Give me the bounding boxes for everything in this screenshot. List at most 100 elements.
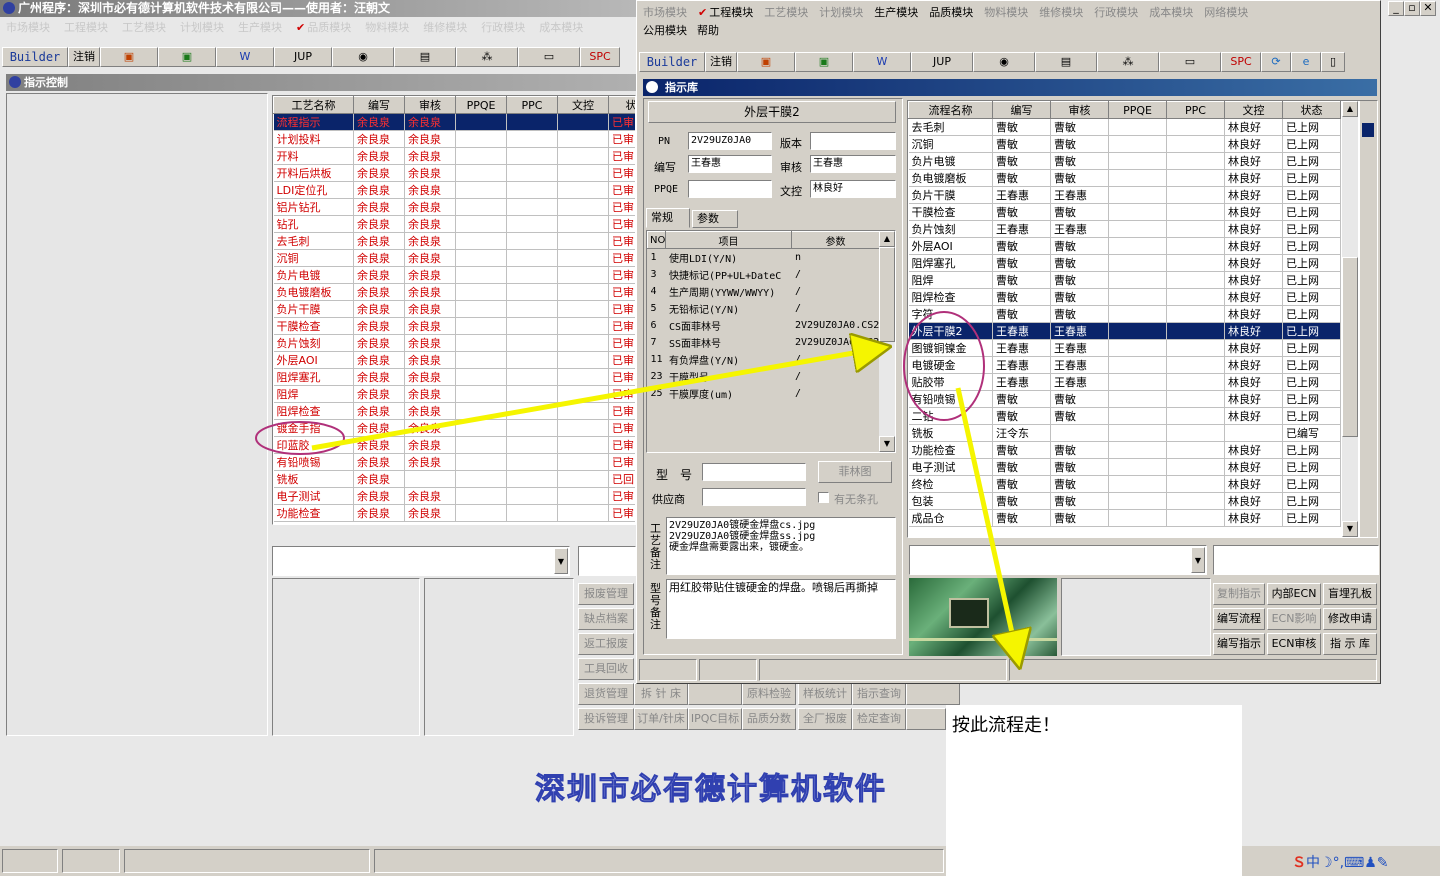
computer-icon[interactable]: ▭	[518, 47, 580, 67]
punct-icon[interactable]: °,	[1333, 855, 1344, 871]
jup-button[interactable]: JUP	[274, 47, 332, 67]
left-table-row[interactable]: 干膜检查 余良泉 余良泉 已审	[273, 317, 635, 335]
film-button[interactable]: 菲林图	[818, 461, 892, 483]
library-row[interactable]: 包装 曹敏 曹敏 林良好 已上网	[908, 492, 1341, 510]
left-col-header[interactable]: 状	[608, 96, 635, 114]
close-icon[interactable]: ✕	[1420, 1, 1436, 16]
dlg-logout-button[interactable]: 注销	[705, 52, 737, 72]
user-icon[interactable]: ♟	[1364, 855, 1377, 871]
dlg-spc-button[interactable]: SPC	[1221, 52, 1261, 72]
library-row[interactable]: 贴胶带 王春惠 王春惠 林良好 已上网	[908, 373, 1341, 391]
left-side-button[interactable]: 投诉管理	[578, 708, 634, 730]
dialog-menu-item[interactable]: 市场模块	[643, 5, 687, 21]
eye-icon[interactable]: ◉	[332, 47, 394, 67]
dialog-menu-item[interactable]: 维修模块	[1039, 5, 1083, 21]
param-row[interactable]: 7 SS面菲林号 2V29UZ0JA0.SS2	[647, 333, 880, 351]
lib-combo-arrow-icon[interactable]: ▼	[1191, 547, 1205, 573]
left-col-header[interactable]: PPC	[506, 96, 558, 114]
library-row[interactable]: 外层干膜2 王春惠 王春惠 林良好 已上网	[908, 322, 1341, 340]
library-action-button[interactable]: 复制指示	[1213, 583, 1265, 605]
left-table-row[interactable]: 镀金手指 余良泉 余良泉 已审	[273, 419, 635, 437]
left-table-row[interactable]: 铝片钻孔 余良泉 余良泉 已审	[273, 198, 635, 216]
tab-general[interactable]: 常规	[646, 208, 690, 228]
dlg-refresh-icon[interactable]: ⟳	[1261, 52, 1291, 72]
left-tree-pane[interactable]	[6, 93, 268, 736]
left-side-button[interactable]: 返工报废	[578, 633, 634, 655]
left-side-button[interactable]: 退货管理	[578, 683, 634, 705]
dialog-menu-item[interactable]: 网络模块	[1204, 5, 1248, 21]
library-action-button[interactable]: ECN影响	[1267, 608, 1321, 630]
library-row[interactable]: 干膜检查 曹敏 曹敏 林良好 已上网	[908, 203, 1341, 221]
scroll-down-icon[interactable]: ▼	[879, 436, 895, 452]
library-action-button[interactable]: ECN审核	[1267, 633, 1321, 655]
library-col-header[interactable]: 编写	[992, 101, 1051, 119]
param-col-header[interactable]: NO	[647, 231, 666, 249]
dlg-eye-icon[interactable]: ◉	[973, 52, 1035, 72]
keyboard-icon[interactable]: ⌨	[1344, 855, 1364, 871]
left-side-button[interactable]: 报废管理	[578, 583, 634, 605]
main-menu-item[interactable]: 市场模块	[6, 19, 50, 37]
left-table-row[interactable]: 负片蚀刻 余良泉 余良泉 已审	[273, 334, 635, 352]
library-col-header[interactable]: 状态	[1282, 101, 1341, 119]
bottom-button-row1[interactable]: 拆 针 床	[634, 683, 688, 705]
library-row[interactable]: 字符 曹敏 曹敏 林良好 已上网	[908, 305, 1341, 323]
library-col-header[interactable]: 流程名称	[908, 101, 993, 119]
main-menu-item[interactable]: 工艺模块	[122, 19, 166, 37]
bottom-button-row2[interactable]: 订单/针床	[634, 708, 688, 730]
dialog-menu-item[interactable]: 工程模块	[709, 5, 753, 21]
library-row[interactable]: 负片电镀 曹敏 曹敏 林良好 已上网	[908, 152, 1341, 170]
library-row[interactable]: 外层AOI 曹敏 曹敏 林良好 已上网	[908, 237, 1341, 255]
reviewer-field[interactable]: 王春惠	[810, 155, 896, 173]
param-col-header[interactable]: 参数	[791, 231, 880, 249]
param-row[interactable]: 23 干膜型号 /	[647, 367, 880, 385]
doc-field[interactable]: 林良好	[810, 180, 896, 198]
left-table-row[interactable]: 负电镀磨板 余良泉 余良泉 已审	[273, 283, 635, 301]
main-menu-item[interactable]: 成本模块	[539, 19, 583, 37]
library-combo[interactable]: ▼	[909, 545, 1207, 575]
left-table-row[interactable]: 开料后烘板 余良泉 余良泉 已审	[273, 164, 635, 182]
library-row[interactable]: 负电镀磨板 曹敏 曹敏 林良好 已上网	[908, 169, 1341, 187]
scroll-thumb[interactable]	[879, 247, 895, 342]
left-col-header[interactable]: 工艺名称	[273, 96, 354, 114]
library-col-header[interactable]: PPC	[1166, 101, 1225, 119]
left-col-header[interactable]: PPQE	[455, 96, 507, 114]
library-row[interactable]: 阻焊塞孔 曹敏 曹敏 林良好 已上网	[908, 254, 1341, 272]
library-action-button[interactable]: 盲埋孔板	[1323, 583, 1377, 605]
model-field[interactable]	[702, 463, 806, 481]
library-row[interactable]: 电子测试 曹敏 曹敏 林良好 已上网	[908, 458, 1341, 476]
dialog-menu-item[interactable]: 工艺模块	[764, 5, 808, 21]
library-action-button[interactable]: 内部ECN	[1267, 583, 1321, 605]
library-row[interactable]: 图镀铜镍金 王春惠 王春惠 林良好 已上网	[908, 339, 1341, 357]
supplier-field[interactable]	[702, 488, 806, 506]
dlg-excel-icon[interactable]: ▣	[795, 52, 853, 72]
dlg-word-icon[interactable]: W	[853, 52, 911, 72]
library-action-button[interactable]: 编写流程	[1213, 608, 1265, 630]
network-icon[interactable]: ⁂	[456, 47, 518, 67]
lib-scroll-thumb[interactable]	[1342, 257, 1358, 437]
database-icon[interactable]: ▤	[394, 47, 456, 67]
left-col-header[interactable]: 编写	[353, 96, 405, 114]
left-col-header[interactable]: 文控	[557, 96, 609, 114]
left-table-row[interactable]: 阻焊检查 余良泉 余良泉 已审	[273, 402, 635, 420]
param-row[interactable]: 25 干膜厚度(um) /	[647, 384, 880, 402]
bottom-button-row1[interactable]: 指示查询	[852, 683, 906, 705]
left-table-row[interactable]: 有铅喷锡 余良泉 余良泉 已审	[273, 453, 635, 471]
version-field[interactable]	[810, 132, 896, 150]
param-row[interactable]: 1 使用LDI(Y/N) n	[647, 248, 880, 266]
left-table-row[interactable]: 功能检查 余良泉 余良泉 已审	[273, 504, 635, 522]
main-menu-item[interactable]: 品质模块	[307, 19, 351, 37]
library-action-button[interactable]: 指 示 库	[1323, 633, 1377, 655]
library-row[interactable]: 沉铜 曹敏 曹敏 林良好 已上网	[908, 135, 1341, 153]
left-side-button[interactable]: 工具回收	[578, 658, 634, 680]
library-col-header[interactable]: 文控	[1224, 101, 1283, 119]
left-table-row[interactable]: 钻孔 余良泉 余良泉 已审	[273, 215, 635, 233]
bottom-button-row1[interactable]: 样板统计	[798, 683, 852, 705]
ime-chinese-icon[interactable]: 中	[1306, 855, 1320, 871]
library-col-header[interactable]: PPQE	[1108, 101, 1167, 119]
dlg-ppt-icon[interactable]: ▣	[737, 52, 795, 72]
library-row[interactable]: 成品仓 曹敏 曹敏 林良好 已上网	[908, 509, 1341, 527]
writer-field[interactable]: 王春惠	[688, 155, 772, 173]
dlg-jup-button[interactable]: JUP	[911, 52, 973, 72]
bottom-button-row2[interactable]: IPQC目标	[688, 708, 742, 730]
dlg-ie-icon[interactable]: e	[1291, 52, 1321, 72]
